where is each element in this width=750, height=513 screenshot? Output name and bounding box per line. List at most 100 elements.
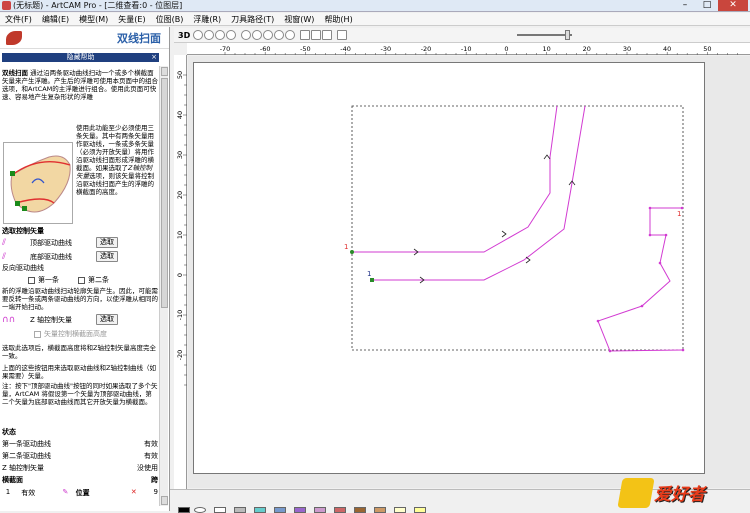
drawing-sheet[interactable]: 1 1 1	[193, 62, 705, 474]
zoom-slider-knob[interactable]	[565, 30, 570, 40]
bottom-rail-label: 底部驱动曲线	[30, 252, 72, 261]
ruler-y-label: 0	[176, 273, 184, 277]
delete-icon[interactable]: ✕	[131, 488, 137, 498]
zoom-extents-icon[interactable]	[252, 30, 263, 40]
menu-window[interactable]: 视窗(W)	[279, 14, 319, 25]
zoom-selection-icon[interactable]	[263, 30, 274, 40]
ruler-x-label: -50	[300, 45, 311, 53]
ruler-y-label: -20	[176, 350, 184, 361]
cross-section-vector[interactable]	[597, 207, 684, 352]
menu-help[interactable]: 帮助(H)	[319, 14, 357, 25]
vector-controls-height-checkbox[interactable]	[34, 330, 41, 338]
hide-help-label: 隐藏帮助	[66, 53, 95, 61]
top-drive-curve[interactable]	[352, 105, 558, 253]
left-panel: 双线扫面 隐藏帮助 × 双线扫面 通过沿两条驱动曲线扫动一个或多个横截面矢量来产…	[0, 27, 170, 511]
hide-help-bar[interactable]: 隐藏帮助 ×	[2, 53, 159, 62]
pan-icon[interactable]	[285, 30, 296, 40]
close-button[interactable]: ✕	[718, 0, 748, 11]
menu-bitmap[interactable]: 位图(B)	[151, 14, 189, 25]
swatch-white[interactable]	[214, 507, 226, 513]
ruler-x-label: 30	[623, 45, 631, 53]
zoom-fit-icon[interactable]	[274, 30, 285, 40]
zoom-out-icon[interactable]	[204, 30, 215, 40]
status-label: 第二条驱动曲线	[2, 452, 51, 460]
cross-count: 9	[153, 488, 158, 496]
select-zcontrol-button[interactable]: 选取	[96, 314, 118, 325]
close-help-icon[interactable]: ×	[151, 53, 157, 62]
vertical-ruler: 50 40 30 20 10 0 -10 -20	[174, 55, 187, 489]
zoom-all-icon[interactable]	[241, 30, 252, 40]
help-p2: 使用此功能至少必须使用三条矢量。其中有两条矢量用作驱动线，一条或多条矢量（必须为…	[76, 124, 158, 196]
start-marker-label: 1	[367, 270, 371, 278]
swatch-lemon[interactable]	[414, 507, 426, 513]
zoom-slider[interactable]	[517, 30, 572, 40]
select-bottom-rail-button[interactable]: 选取	[96, 251, 118, 262]
menu-edit[interactable]: 编辑(E)	[37, 14, 74, 25]
swatch-cyan[interactable]	[254, 507, 266, 513]
direction-arrow-icon	[501, 230, 507, 238]
swatch-brown[interactable]	[354, 507, 366, 513]
view-settings-icon[interactable]	[337, 30, 348, 40]
reverse-second-label: 第二条	[88, 276, 109, 284]
ruler-y-label: 20	[176, 191, 184, 199]
toggle-grid-icon[interactable]	[311, 30, 322, 40]
status-row: 第二条驱动曲线 有效	[2, 451, 158, 461]
title-bar: (无标题) - ArtCAM Pro - [二维查看:0 - 位图层] – □ …	[0, 0, 750, 12]
swatch-grey[interactable]	[234, 507, 246, 513]
zoom-in-icon[interactable]	[193, 30, 204, 40]
sweep-illustration	[3, 142, 73, 224]
swatch-pink[interactable]	[314, 507, 326, 513]
swatch-black[interactable]	[178, 507, 190, 513]
toggle-layer-icon[interactable]	[300, 30, 311, 40]
menu-relief[interactable]: 浮雕(R)	[188, 14, 226, 25]
zcontrol-chk-row: 矢量控制横截面高度	[2, 329, 158, 339]
scroll-down-icon[interactable]	[161, 496, 168, 505]
cross-position[interactable]: 位置	[76, 488, 124, 498]
zoom-window-icon[interactable]	[215, 30, 226, 40]
status-label: Z 轴控制矢量	[2, 464, 45, 472]
minimize-button[interactable]: –	[674, 0, 696, 11]
status-title: 状态	[2, 428, 16, 436]
reverse-first-label: 第一条	[38, 276, 59, 284]
scroll-up-icon[interactable]	[161, 67, 168, 76]
menu-vector[interactable]: 矢量(E)	[113, 14, 150, 25]
reverse-rails-label: 反向驱动曲线	[2, 264, 44, 272]
app-icon	[2, 1, 11, 10]
ruler-x-label: -20	[421, 45, 432, 53]
cross-header-left: 横截面	[2, 476, 23, 484]
swatch-purple[interactable]	[294, 507, 306, 513]
ruler-y-label: 50	[176, 71, 184, 79]
swatch-red[interactable]	[334, 507, 346, 513]
cross-section-header: 横截面 跨	[2, 475, 158, 485]
3d-view-button[interactable]: 3D	[178, 31, 190, 40]
start-node[interactable]	[350, 250, 354, 254]
start-marker-label: 1	[677, 210, 681, 218]
direction-arrow-icon	[543, 154, 551, 160]
help-p3: 新的浮雕沿驱动曲线扫动轮廓矢量产生。因此，可能需要反转一条或两条驱动曲线的方向，…	[2, 287, 158, 311]
zoom-previous-icon[interactable]	[226, 30, 237, 40]
ruler-y-label: 40	[176, 111, 184, 119]
help-intro: 双线扫面 通过沿两条驱动曲线扫动一个或多个横截面矢量来产生浮雕。产生后的浮雕可使…	[2, 69, 158, 101]
toggle-snap-icon[interactable]	[322, 30, 333, 40]
ruler-x-label: -10	[461, 45, 472, 53]
menu-toolpath[interactable]: 刀具路径(T)	[226, 14, 279, 25]
menu-file[interactable]: 文件(F)	[0, 14, 37, 25]
select-top-rail-button[interactable]: 选取	[96, 237, 118, 248]
panel-scrollbar[interactable]	[159, 66, 168, 506]
swatch-blue[interactable]	[274, 507, 286, 513]
status-row: 第一条驱动曲线 有效	[2, 439, 158, 449]
position-icon[interactable]: ✎	[63, 488, 69, 498]
window-title: (无标题) - ArtCAM Pro - [二维查看:0 - 位图层]	[13, 1, 183, 10]
swatch-none[interactable]	[194, 507, 206, 513]
scroll-thumb[interactable]	[161, 78, 168, 308]
swatch-yellow[interactable]	[394, 507, 406, 513]
start-node[interactable]	[370, 278, 374, 282]
reverse-second-checkbox[interactable]	[78, 276, 85, 284]
ruler-x-label: -40	[340, 45, 351, 53]
menu-model[interactable]: 模型(M)	[74, 14, 113, 25]
maximize-button[interactable]: □	[696, 0, 718, 11]
status-row: Z 轴控制矢量 没使用	[2, 463, 158, 473]
swatch-tan[interactable]	[374, 507, 386, 513]
cross-section-row[interactable]: 1 有效 ✎ 位置 ✕ 9	[2, 488, 158, 498]
reverse-first-checkbox[interactable]	[28, 276, 35, 284]
